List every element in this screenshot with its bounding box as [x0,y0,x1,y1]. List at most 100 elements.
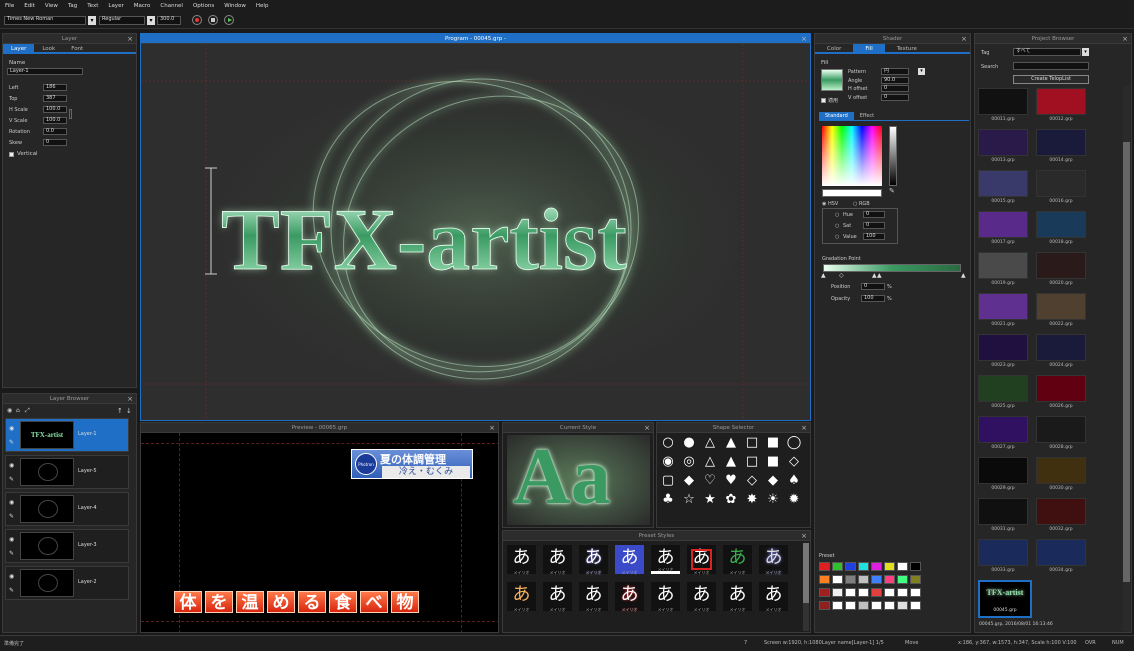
opacity-input[interactable]: 100 [861,295,885,302]
menu-window[interactable]: Window [219,3,251,9]
gradation-markers[interactable]: ▲ ◇ ▲ ▲ ▲ [821,272,967,280]
preset-style[interactable]: あメイリオ [687,582,716,612]
project-thumbnail[interactable] [1036,375,1086,402]
project-thumbnail[interactable] [978,457,1028,484]
shape-option[interactable]: □ [744,435,760,451]
color-swatch[interactable] [871,588,882,597]
shape-option[interactable]: ● [681,435,697,451]
pattern-dropdown-chevron-icon[interactable]: ▾ [918,68,925,75]
color-swatch[interactable] [832,588,843,597]
project-thumbnail[interactable] [1036,170,1086,197]
project-thumbnail[interactable] [978,293,1028,320]
preset-style[interactable]: あメイリオ [723,582,752,612]
record-button[interactable] [192,15,202,25]
preset-style[interactable]: あメイリオ [543,545,572,575]
project-scrollbar[interactable] [1123,86,1130,631]
preset-style[interactable]: あメイリオ [507,545,536,575]
project-thumbnail[interactable] [1036,129,1086,156]
project-thumbnail[interactable] [1036,416,1086,443]
edit-pencil-icon[interactable]: ✎ [9,476,14,483]
color-swatch[interactable] [832,575,843,584]
tab-standard[interactable]: Standard [819,112,854,120]
visibility-eye-icon[interactable]: ◉ [9,499,14,506]
eyedropper-icon[interactable]: ✎ [889,187,895,195]
scale-link-icon[interactable] [69,109,72,119]
layer-row[interactable]: ◉ ✎ Layer-3 [5,529,129,563]
hue-radio[interactable]: ○ [835,212,839,218]
color-swatch[interactable] [910,601,921,610]
shape-option[interactable]: ■ [765,435,781,451]
color-swatch[interactable] [845,575,856,584]
brightness-slider[interactable] [889,126,897,186]
edit-pencil-icon[interactable]: ✎ [9,550,14,557]
menu-options[interactable]: Options [188,3,219,9]
tab-fill[interactable]: Fill [853,44,885,52]
shape-option[interactable]: ☆ [681,492,697,508]
search-input[interactable] [1013,62,1089,70]
preset-style[interactable]: あメイリオ [579,582,608,612]
preset-style[interactable]: あメイリオ [543,582,572,612]
project-thumbnail[interactable] [978,211,1028,238]
move-up-icon[interactable]: ↑ [117,407,123,415]
preset-style[interactable]: あメイリオ [759,545,788,575]
v-offset-input[interactable]: 0 [881,93,909,101]
shape-option[interactable]: ◇ [744,473,760,489]
color-swatch[interactable] [871,562,882,571]
preset-style[interactable]: あメイリオ [759,582,788,612]
angle-input[interactable]: 90.0 [881,76,909,84]
tab-effect[interactable]: Effect [854,112,880,120]
project-thumbnail[interactable] [1036,211,1086,238]
h-offset-input[interactable]: 0 [881,85,909,92]
preset-style[interactable]: あメイリオ [723,545,752,575]
color-swatch[interactable] [884,601,895,610]
color-swatch[interactable] [858,601,869,610]
rotation-input[interactable]: 0.0 [43,128,67,135]
shape-option[interactable]: ✹ [786,492,802,508]
preset-style[interactable]: あメイリオ [579,545,608,575]
preset-style[interactable]: あメイリオ [687,545,716,575]
color-swatch[interactable] [884,588,895,597]
preset-style[interactable]: あメイリオ [507,582,536,612]
preset-style[interactable]: あメイリオ [615,582,644,612]
shape-option[interactable]: ♣ [660,492,676,508]
hsv-radio[interactable]: ◉ HSV [822,201,838,207]
visibility-eye-icon[interactable]: ◉ [9,462,14,469]
preset-style[interactable]: あメイリオ [615,545,644,575]
project-thumbnail[interactable] [978,539,1028,566]
color-swatch[interactable] [897,601,908,610]
close-icon[interactable]: × [1122,34,1128,44]
shape-option[interactable]: ▢ [660,473,676,489]
shape-option[interactable]: ☀ [765,492,781,508]
program-canvas[interactable]: TFX-artist TFX-artist [141,44,811,421]
shape-option[interactable]: □ [744,454,760,470]
top-input[interactable]: 387 [43,95,67,102]
close-icon[interactable]: × [801,34,807,44]
skew-input[interactable]: 0 [43,139,67,146]
close-icon[interactable]: × [801,531,807,541]
shape-option[interactable]: ◆ [681,473,697,489]
color-swatch[interactable] [897,562,908,571]
preset-style[interactable]: あメイリオ [651,545,680,574]
fill-preview-swatch[interactable] [821,69,843,91]
close-icon[interactable]: × [801,423,807,433]
color-swatch[interactable] [897,575,908,584]
font-style-select[interactable]: Regular [99,16,145,25]
shape-option[interactable]: △ [702,454,718,470]
font-family-select[interactable]: Times New Roman [4,16,86,25]
color-swatch[interactable] [858,562,869,571]
shape-option[interactable]: ♠ [786,473,802,489]
h-scale-input[interactable]: 100.0 [43,106,67,113]
color-swatch[interactable] [819,588,830,597]
tag-dropdown-chevron-icon[interactable]: ▾ [1082,48,1089,56]
preset-style[interactable]: あメイリオ [651,582,680,612]
color-swatch[interactable] [845,562,856,571]
position-input[interactable]: 0 [861,283,885,290]
tab-font[interactable]: Font [63,44,91,52]
layer-name-input[interactable]: Layer-1 [7,68,83,75]
tab-color[interactable]: Color [815,44,853,52]
color-spectrum[interactable] [822,126,882,186]
apply-checkbox[interactable] [821,98,826,103]
menu-file[interactable]: File [0,3,19,9]
shape-option[interactable]: △ [702,435,718,451]
layer-row[interactable]: ◉ ✎ Layer-2 [5,566,129,600]
